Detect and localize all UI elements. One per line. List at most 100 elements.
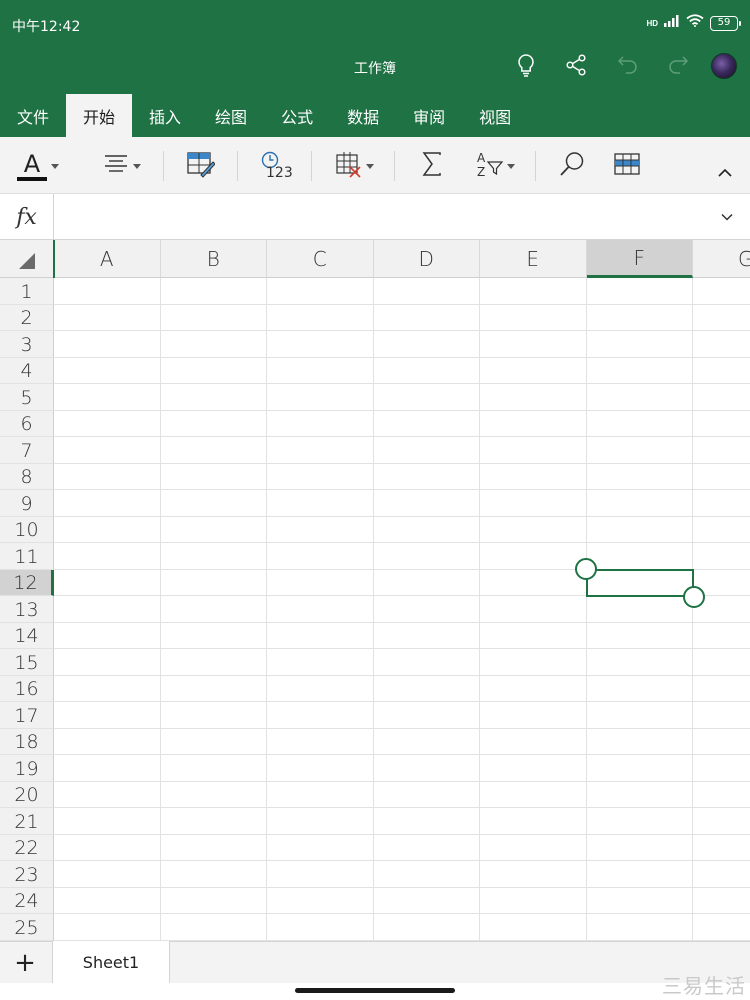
sort-glyph-top: A bbox=[477, 151, 486, 165]
grid-column-line bbox=[159, 278, 161, 941]
row-header-18[interactable]: 18 bbox=[0, 728, 54, 755]
signal-icon bbox=[664, 14, 680, 32]
grid-row-line bbox=[54, 303, 750, 305]
cell-styles-button[interactable] bbox=[182, 149, 218, 183]
selection-handle-start[interactable] bbox=[574, 557, 597, 580]
grid-row-line bbox=[54, 462, 750, 464]
row-header-7[interactable]: 7 bbox=[0, 437, 54, 464]
grid-row-line bbox=[54, 621, 750, 623]
row-header-17[interactable]: 17 bbox=[0, 702, 54, 729]
spreadsheet-grid[interactable]: A B C D E F G 1 2 3 4 5 6 7 8 9 10 11 12 13 14 15 16 17 18 19 20 21… bbox=[0, 240, 750, 941]
grid-row-line bbox=[54, 383, 750, 384]
number-format-icon: 123 bbox=[257, 151, 293, 181]
tab-insert[interactable]: 插入 bbox=[132, 94, 198, 137]
grid-row-line bbox=[54, 409, 750, 411]
row-header-20[interactable]: 20 bbox=[0, 781, 54, 808]
row-header-16[interactable]: 16 bbox=[0, 675, 54, 702]
fx-label[interactable]: fx bbox=[0, 194, 54, 240]
grid-row-line bbox=[54, 727, 750, 729]
column-header-c[interactable]: C bbox=[267, 240, 374, 278]
row-header-6[interactable]: 6 bbox=[0, 410, 54, 437]
row-header-5[interactable]: 5 bbox=[0, 384, 54, 411]
formula-input[interactable] bbox=[54, 194, 704, 240]
row-header-12[interactable]: 12 bbox=[0, 569, 54, 596]
column-header-e[interactable]: E bbox=[480, 240, 587, 278]
ribbon-toolbar: A 123 A Z bbox=[0, 137, 750, 194]
font-color-glyph: A bbox=[23, 149, 41, 178]
autosum-button[interactable] bbox=[414, 149, 450, 183]
status-time: 中午12:42 bbox=[12, 19, 81, 35]
collapse-ribbon-icon bbox=[718, 165, 732, 183]
selected-cell[interactable] bbox=[585, 568, 694, 597]
share-icon[interactable] bbox=[563, 52, 589, 78]
row-header-1[interactable]: 1 bbox=[0, 278, 54, 305]
tab-draw[interactable]: 绘图 bbox=[198, 94, 264, 137]
row-header-4[interactable]: 4 bbox=[0, 357, 54, 384]
home-indicator bbox=[295, 988, 455, 993]
tab-data[interactable]: 数据 bbox=[330, 94, 396, 137]
undo-icon[interactable] bbox=[615, 52, 641, 78]
font-color-icon: A bbox=[17, 152, 47, 181]
ribbon-divider bbox=[394, 151, 395, 181]
ribbon-divider bbox=[237, 151, 238, 181]
grid-row-line bbox=[54, 860, 750, 861]
row-header-13[interactable]: 13 bbox=[0, 596, 54, 623]
row-header-25[interactable]: 25 bbox=[0, 914, 54, 941]
select-all-corner[interactable] bbox=[0, 240, 54, 278]
redo-icon[interactable] bbox=[665, 52, 691, 78]
grid-row-line bbox=[54, 701, 750, 702]
table-format-icon bbox=[613, 152, 641, 181]
number-format-glyph: 123 bbox=[266, 165, 293, 181]
fill-style-icon bbox=[185, 150, 216, 183]
insert-delete-cells-icon bbox=[334, 150, 362, 183]
wifi-icon bbox=[686, 14, 704, 32]
sort-glyph-bottom: Z bbox=[477, 165, 486, 179]
tab-file[interactable]: 文件 bbox=[0, 94, 66, 137]
format-as-table-button[interactable] bbox=[609, 149, 645, 183]
sort-filter-button[interactable]: A Z bbox=[470, 149, 520, 183]
tab-view[interactable]: 视图 bbox=[462, 94, 528, 137]
selection-handle-end[interactable] bbox=[683, 586, 705, 608]
row-header-14[interactable]: 14 bbox=[0, 622, 54, 649]
grid-row-line bbox=[54, 886, 750, 888]
row-header-15[interactable]: 15 bbox=[0, 649, 54, 676]
collapse-ribbon-button[interactable] bbox=[710, 157, 740, 191]
autosum-icon bbox=[421, 151, 443, 182]
grid-row-line bbox=[54, 913, 750, 914]
row-header-23[interactable]: 23 bbox=[0, 861, 54, 888]
column-header-d[interactable]: D bbox=[373, 240, 480, 278]
sheet-tab[interactable]: Sheet1 bbox=[52, 941, 170, 983]
tab-formulas[interactable]: 公式 bbox=[264, 94, 330, 137]
lightbulb-icon[interactable] bbox=[513, 52, 539, 78]
expand-formula-button[interactable] bbox=[716, 208, 738, 226]
row-header-8[interactable]: 8 bbox=[0, 463, 54, 490]
status-icons: HD 59 bbox=[646, 14, 741, 32]
row-header-11[interactable]: 11 bbox=[0, 543, 54, 570]
number-format-button[interactable]: 123 bbox=[254, 149, 294, 183]
row-header-22[interactable]: 22 bbox=[0, 834, 54, 861]
row-header-3[interactable]: 3 bbox=[0, 331, 54, 358]
font-color-button[interactable]: A bbox=[14, 149, 62, 183]
column-header-f[interactable]: F bbox=[586, 240, 693, 278]
add-sheet-button[interactable]: + bbox=[10, 948, 40, 978]
column-header-a[interactable]: A bbox=[54, 240, 161, 278]
find-button[interactable] bbox=[554, 149, 590, 183]
row-header-9[interactable]: 9 bbox=[0, 490, 54, 517]
column-header-g[interactable]: G bbox=[693, 240, 750, 278]
grid-row-line bbox=[54, 648, 750, 649]
row-header-21[interactable]: 21 bbox=[0, 808, 54, 835]
sheet-tab-bar: + Sheet1 bbox=[0, 941, 750, 983]
column-header-b[interactable]: B bbox=[160, 240, 267, 278]
row-header-10[interactable]: 10 bbox=[0, 516, 54, 543]
chevron-down-icon bbox=[507, 163, 515, 169]
align-button[interactable] bbox=[98, 149, 146, 183]
row-header-2[interactable]: 2 bbox=[0, 304, 54, 331]
tab-review[interactable]: 审阅 bbox=[396, 94, 462, 137]
row-header-24[interactable]: 24 bbox=[0, 887, 54, 914]
tab-home[interactable]: 开始 bbox=[66, 94, 133, 137]
grid-column-line bbox=[479, 278, 480, 941]
insert-delete-cells-button[interactable] bbox=[330, 149, 378, 183]
avatar[interactable] bbox=[711, 53, 737, 79]
row-header-19[interactable]: 19 bbox=[0, 755, 54, 782]
align-icon bbox=[103, 154, 129, 179]
